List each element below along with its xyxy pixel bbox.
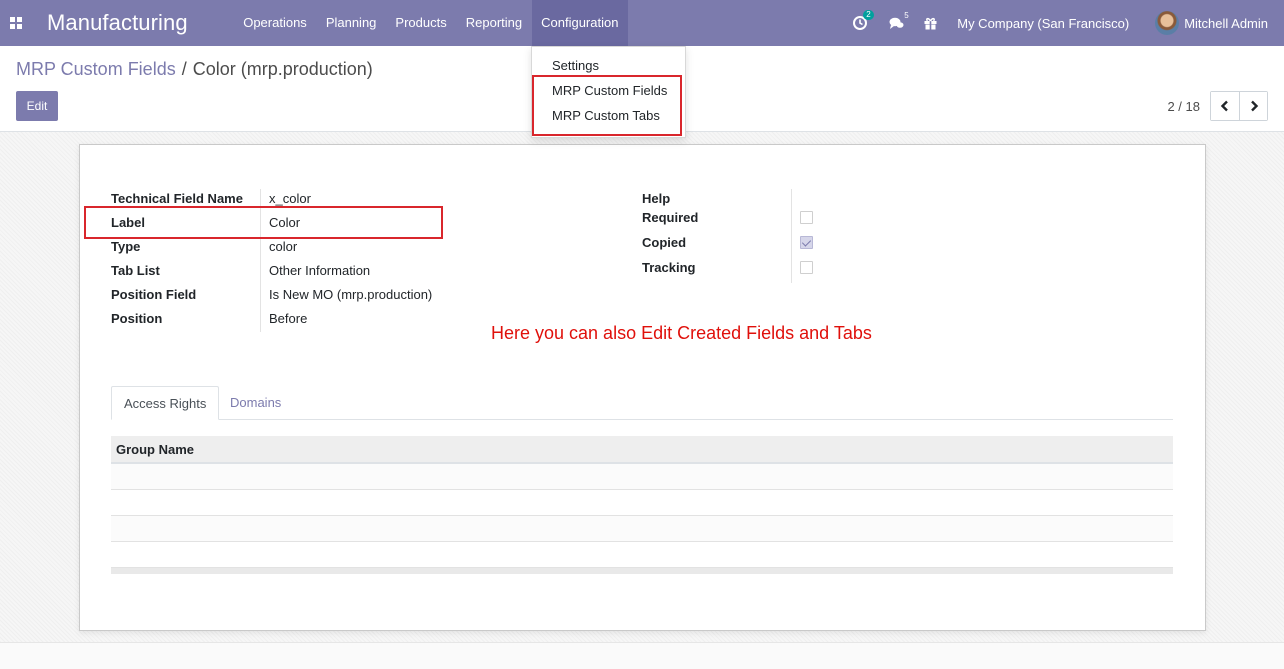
menu-products[interactable]: Products (386, 0, 456, 46)
field-label: Position Field (111, 287, 197, 302)
breadcrumb-separator: / (181, 59, 187, 79)
main-menu: Operations Planning Products Reporting C… (234, 0, 628, 46)
pager-value[interactable]: 2 / 18 (1167, 99, 1200, 114)
bottom-strip (0, 642, 1284, 669)
chevron-right-icon (1250, 100, 1258, 112)
field-label: Required (642, 210, 699, 225)
field-value: Other Information (269, 263, 371, 278)
tracking-checkbox[interactable] (800, 261, 813, 274)
menu-planning[interactable]: Planning (316, 0, 386, 46)
field-label: Copied (642, 235, 687, 250)
pager-next-button[interactable] (1239, 92, 1267, 120)
tab-access-rights[interactable]: Access Rights (111, 386, 220, 420)
field-label: Label (111, 215, 145, 230)
annotation-text: Here you can also Edit Created Fields an… (491, 323, 872, 343)
apps-menu-icon[interactable] (10, 17, 24, 29)
messages-count-badge: 5 (904, 10, 909, 20)
top-navbar: Manufacturing Operations Planning Produc… (0, 0, 1284, 46)
avatar (1155, 11, 1180, 35)
activity-button[interactable]: 2 (853, 10, 874, 30)
field-label: Help (642, 191, 671, 206)
app-title[interactable]: Manufacturing (47, 10, 188, 36)
menu-configuration[interactable]: Configuration (531, 0, 628, 46)
field-value: x_color (269, 191, 311, 206)
gift-icon (924, 17, 937, 30)
pager-buttons (1210, 91, 1268, 121)
gift-button[interactable] (924, 17, 937, 30)
user-menu[interactable]: Mitchell Admin (1155, 11, 1268, 35)
column-header-group-name[interactable]: Group Name (111, 436, 1173, 464)
activity-count-badge: 2 (863, 10, 874, 20)
user-name: Mitchell Admin (1184, 15, 1268, 31)
field-value: Color (269, 215, 301, 230)
breadcrumb-parent-link[interactable]: MRP Custom Fields (16, 59, 176, 80)
notebook-tabs: Access Rights Domains (111, 386, 1173, 420)
left-group-divider (260, 189, 261, 332)
systray: 2 5 My Company (San Francisco) Mitchell … (853, 0, 1284, 46)
field-label: Tracking (642, 260, 696, 275)
edit-button[interactable]: Edit (16, 91, 58, 121)
configuration-dropdown: Settings MRP Custom Fields MRP Custom Ta… (531, 46, 686, 138)
right-group-divider (791, 189, 792, 283)
menu-operations[interactable]: Operations (234, 0, 317, 46)
table-row (111, 464, 1173, 490)
access-rights-table: Group Name (111, 436, 1173, 574)
table-footer (111, 568, 1173, 574)
pager-previous-button[interactable] (1211, 92, 1239, 120)
required-checkbox[interactable] (800, 211, 813, 224)
table-row (111, 542, 1173, 568)
dropdown-item-mrp-custom-tabs[interactable]: MRP Custom Tabs (552, 108, 660, 123)
field-label: Position (111, 311, 163, 326)
pager: 2 / 18 (1167, 91, 1268, 121)
tab-domains[interactable]: Domains (218, 386, 293, 420)
menu-reporting[interactable]: Reporting (456, 0, 531, 46)
field-value: Before (269, 311, 308, 326)
field-value: color (269, 239, 298, 254)
table-row (111, 516, 1173, 542)
chevron-left-icon (1220, 100, 1228, 112)
field-label: Tab List (111, 263, 160, 278)
dropdown-item-settings[interactable]: Settings (552, 58, 599, 73)
field-value: Is New MO (mrp.production) (269, 287, 433, 302)
messages-button[interactable]: 5 (889, 11, 909, 30)
copied-checkbox[interactable] (800, 236, 813, 249)
breadcrumb: MRP Custom Fields / Color (mrp.productio… (16, 59, 373, 80)
dropdown-item-mrp-custom-fields[interactable]: MRP Custom Fields (552, 83, 667, 98)
company-switcher[interactable]: My Company (San Francisco) (957, 16, 1129, 31)
field-label: Technical Field Name (111, 191, 243, 206)
field-label: Type (111, 239, 141, 254)
breadcrumb-current: Color (mrp.production) (192, 59, 373, 79)
table-row (111, 490, 1173, 516)
